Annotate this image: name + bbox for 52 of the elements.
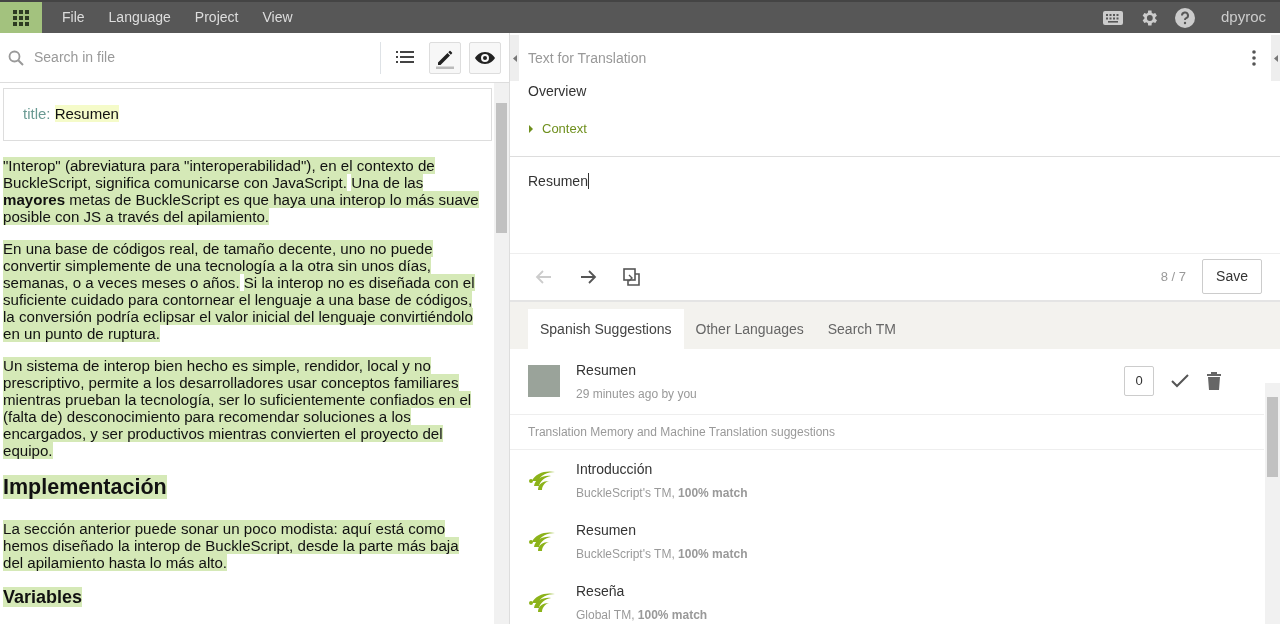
- suggestion-meta: 29 minutes ago by you: [576, 385, 697, 403]
- suggestion-meta: BuckleScript's TM, 100% match: [576, 545, 748, 563]
- paragraph: "Interop" (abreviatura para "interoperabilidad"), en el contexto de BuckleScript, significa comunicarse con JavaScript. Una de las mayores metas de BuckleScript es que haya una interop lo más suave posible con JS a través del apilamiento.: [3, 156, 480, 225]
- menu-item[interactable]: View: [250, 7, 305, 28]
- vote-count: 0: [1124, 366, 1154, 396]
- delete-button[interactable]: [1206, 371, 1222, 391]
- suggestions-tab[interactable]: Spanish Suggestions: [528, 308, 684, 349]
- menu-item[interactable]: Project: [182, 7, 251, 28]
- collapse-handle[interactable]: [1271, 35, 1280, 81]
- paragraph: En una base de códigos real, de tamaño decente, uno no puede convertir simplemente de una tecnología a la otra sin unos días, semanas, o a veces meses o años. Si la interop no es diseñada con el suficiente cuidado para contornear el lenguaje a una base de códigos, la conversión podría eclipsar el valor inicial del lenguaje convirtiéndolo en un punto de ruptura.: [3, 239, 476, 342]
- photo-placeholder: [528, 365, 560, 397]
- caret-left-icon: [1273, 54, 1278, 62]
- grid-icon: [13, 9, 29, 26]
- suggestions-tab[interactable]: Other Languages: [683, 308, 816, 349]
- title-field[interactable]: title: Resumen: [3, 88, 492, 141]
- context-toggle[interactable]: Context: [510, 118, 1280, 140]
- section-label: Translation Memory and Machine Translation suggestions: [510, 414, 1264, 450]
- copy-icon: [622, 266, 642, 287]
- trash-icon: [1206, 371, 1222, 391]
- suggestion-meta: Global TM, 100% match: [576, 606, 708, 624]
- overview-label: Overview: [527, 82, 588, 101]
- keyboard-icon[interactable]: [1102, 10, 1123, 25]
- kebab-icon: [1252, 50, 1256, 66]
- panel-title: Text for Translation: [528, 48, 647, 68]
- suggestions-tab[interactable]: Search TM: [815, 308, 908, 349]
- search-icon: [8, 49, 24, 66]
- save-button[interactable]: Save: [1202, 259, 1262, 294]
- copy-source-button[interactable]: [622, 266, 642, 287]
- menu-item[interactable]: Language: [96, 7, 183, 28]
- suggestion-text: Resumen: [576, 520, 637, 540]
- user-menu[interactable]: dpyroc: [1210, 6, 1280, 29]
- caret-right-icon: [528, 124, 534, 133]
- suggestion-text: Resumen: [576, 360, 637, 380]
- menu-item[interactable]: File: [50, 7, 97, 28]
- help-icon[interactable]: [1174, 7, 1195, 28]
- paragraph: La sección anterior puede sonar un poco modista: aquí está como hemos diseñado la interop de BuckleScript, desde la parte más baja del apilamiento hasta lo más alto.: [3, 519, 460, 571]
- subsection-heading: Variables: [3, 585, 84, 608]
- pencil-mode-button[interactable]: [429, 41, 461, 74]
- caret-left-icon: [512, 54, 517, 62]
- eye-mode-button[interactable]: [469, 41, 501, 74]
- unit-counter: 8 / 7: [1160, 267, 1187, 286]
- translation-editor[interactable]: Resumen: [510, 155, 1280, 254]
- scrollbar[interactable]: [1265, 383, 1280, 624]
- paragraph: Un sistema de interop bien hecho es simple, rendidor, local y no prescriptivo, permite a los desarrolladores usar conceptos familiares mientras prueban la tecnología, ser lo suficientemente confiados en el (falta de) desconocimiento para recomendar soluciones a los encargados, y ser productivos mientras convierten el proyecto del equipo.: [3, 356, 473, 459]
- collapse-handle[interactable]: [510, 35, 519, 81]
- suggestion-text: Reseña: [576, 581, 626, 601]
- more-button[interactable]: [1252, 50, 1256, 66]
- suggestion-meta: BuckleScript's TM, 100% match: [576, 484, 748, 502]
- scrollbar[interactable]: [494, 83, 509, 624]
- suggestion-text: Introducción: [576, 459, 654, 479]
- section-heading: Implementación: [3, 473, 168, 500]
- apps-button[interactable]: [0, 2, 42, 33]
